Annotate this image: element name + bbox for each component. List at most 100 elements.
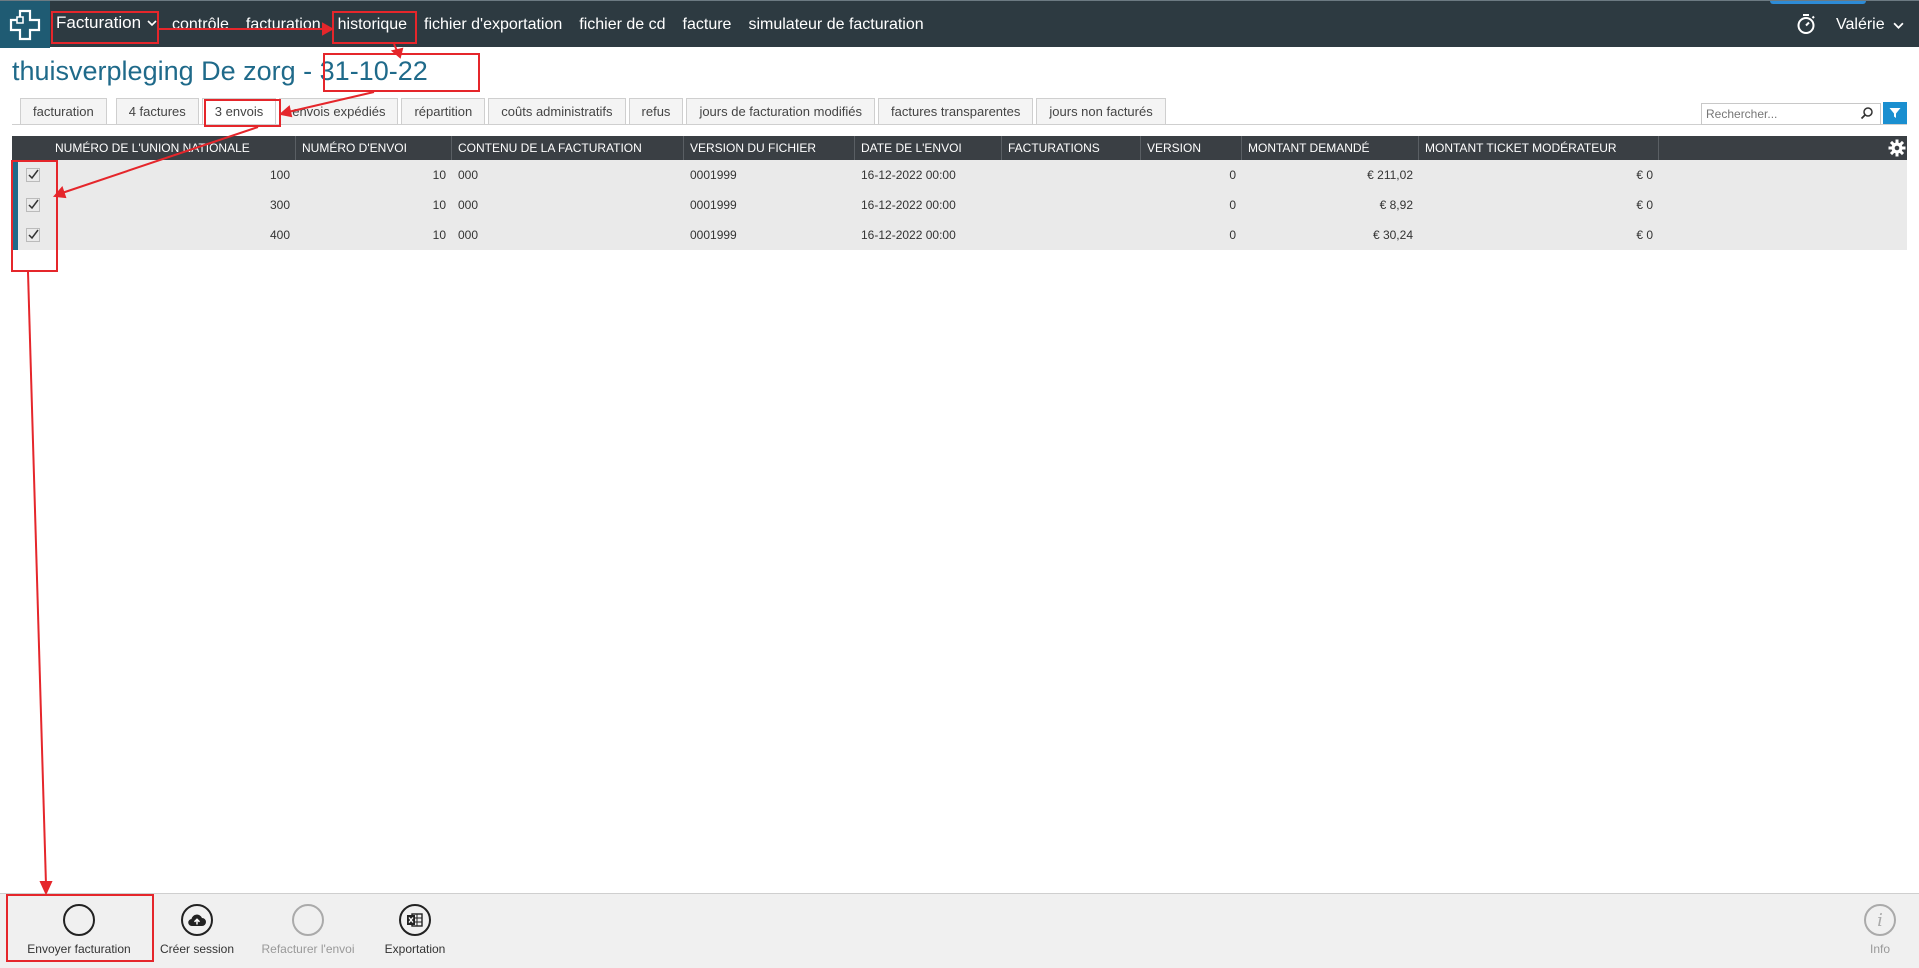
stopwatch-icon (1797, 14, 1815, 34)
cross-logo-icon (9, 9, 41, 40)
creer-session-button[interactable]: Créer session (157, 904, 237, 956)
info-icon: i (1864, 904, 1896, 936)
cell-union: 100 (269, 168, 290, 182)
app-name-label: Facturation (56, 13, 142, 32)
info-label: Info (1869, 942, 1890, 956)
col-header-facturations[interactable]: FACTURATIONS (1002, 136, 1141, 160)
cell-date: 16-12-2022 00:00 (861, 198, 956, 212)
tab-envois[interactable]: 3 envois (201, 98, 277, 124)
page-title-prefix: thuisverpleging De zorg - (12, 56, 320, 86)
cell-version: 0 (1229, 168, 1236, 182)
tab-repartition[interactable]: répartition (401, 98, 486, 124)
cell-fichier: 0001999 (690, 228, 737, 242)
page-title-date: 31-10-22 (319, 56, 428, 86)
tab-refus[interactable]: refus (628, 98, 684, 124)
row-selection-marker (12, 160, 18, 190)
app-logo[interactable] (0, 1, 50, 48)
search-icon[interactable] (1860, 106, 1874, 120)
cloud-upload-icon (181, 904, 213, 936)
col-header-envoi[interactable]: NUMÉRO D'ENVOI (296, 136, 452, 160)
cell-fichier: 0001999 (690, 198, 737, 212)
nav-simulateur[interactable]: simulateur de facturation (748, 16, 923, 34)
refacturer-envoi-label: Refacturer l'envoi (261, 942, 355, 956)
tab-bar: facturation 4 factures 3 envois envois e… (20, 98, 1166, 124)
cell-fichier: 0001999 (690, 168, 737, 182)
cell-date: 16-12-2022 00:00 (861, 228, 956, 242)
cell-version: 0 (1229, 198, 1236, 212)
tab-factures[interactable]: 4 factures (115, 98, 199, 124)
envois-grid: NUMÉRO DE L'UNION NATIONALE NUMÉRO D'ENV… (12, 136, 1907, 250)
cell-montant: € 211,02 (1367, 168, 1413, 182)
nav-controle[interactable]: contrôle (172, 16, 229, 34)
filter-button[interactable] (1883, 102, 1907, 124)
cell-montant: € 8,92 (1379, 198, 1413, 212)
tab-jours-non-factures[interactable]: jours non facturés (1036, 98, 1166, 124)
info-button[interactable]: i Info (1860, 904, 1900, 956)
tab-envois-expedies[interactable]: envois expédiés (279, 98, 399, 124)
col-header-ticket[interactable]: MONTANT TICKET MODÉRATEUR (1419, 136, 1659, 160)
envoyer-facturation-label: Envoyer facturation (27, 942, 131, 956)
cell-contenu: 000 (458, 228, 479, 242)
main-nav: contrôle facturation historique fichier … (172, 1, 924, 48)
creer-session-label: Créer session (159, 942, 235, 956)
tabs-divider (12, 124, 1907, 125)
cell-envoi: 10 (432, 168, 446, 182)
col-header-contenu[interactable]: CONTENU DE LA FACTURATION (452, 136, 684, 160)
envoyer-facturation-button[interactable]: Envoyer facturation (24, 904, 134, 956)
col-header-version[interactable]: VERSION (1141, 136, 1242, 160)
nav-historique[interactable]: historique (338, 16, 407, 34)
refacturer-envoi-icon (292, 904, 324, 936)
row-selection-marker (12, 190, 18, 220)
tab-couts-administratifs[interactable]: coûts administratifs (488, 98, 626, 124)
cell-envoi: 10 (432, 228, 446, 242)
chevron-down-icon (147, 20, 157, 27)
top-accent-bar (1770, 1, 1866, 4)
row-selection-marker (12, 220, 18, 250)
exportation-button[interactable]: Exportation (378, 904, 452, 956)
cell-union: 300 (269, 198, 290, 212)
app-switcher[interactable]: Facturation (56, 13, 157, 33)
envoyer-facturation-icon (63, 904, 95, 936)
nav-facture[interactable]: facture (683, 16, 732, 34)
timer-button[interactable] (1795, 13, 1817, 40)
cell-ticket: € 0 (1636, 228, 1653, 242)
page-title: thuisverpleging De zorg - 31-10-22 (12, 56, 428, 87)
col-header-fichier[interactable]: VERSION DU FICHIER (684, 136, 855, 160)
cell-ticket: € 0 (1636, 168, 1653, 182)
tab-jours-modifies[interactable]: jours de facturation modifiés (686, 98, 876, 124)
exportation-label: Exportation (384, 942, 446, 956)
filter-icon (1889, 108, 1901, 118)
col-header-montant[interactable]: MONTANT DEMANDÉ (1242, 136, 1419, 160)
cell-date: 16-12-2022 00:00 (861, 168, 956, 182)
user-menu[interactable]: Valérie (1836, 16, 1904, 34)
cell-contenu: 000 (458, 168, 479, 182)
tab-factures-transparentes[interactable]: factures transparentes (878, 98, 1034, 124)
chevron-down-icon (1893, 22, 1904, 29)
user-name: Valérie (1836, 16, 1885, 33)
cell-union: 400 (269, 228, 290, 242)
cell-envoi: 10 (432, 198, 446, 212)
col-header-union[interactable]: NUMÉRO DE L'UNION NATIONALE (49, 136, 296, 160)
refacturer-envoi-button[interactable]: Refacturer l'envoi (258, 904, 358, 956)
cell-montant: € 30,24 (1372, 228, 1413, 242)
cell-ticket: € 0 (1636, 198, 1653, 212)
row-checkbox[interactable] (26, 198, 40, 212)
nav-facturation[interactable]: facturation (246, 16, 321, 34)
excel-icon (399, 904, 431, 936)
nav-fichier-cd[interactable]: fichier de cd (579, 16, 665, 34)
action-toolbar: Envoyer facturation Créer session Refact… (0, 893, 1919, 968)
top-bar: Facturation contrôle facturation histori… (0, 0, 1919, 48)
gear-icon[interactable] (1888, 139, 1906, 157)
grid-header: NUMÉRO DE L'UNION NATIONALE NUMÉRO D'ENV… (12, 136, 1907, 160)
cell-version: 0 (1229, 228, 1236, 242)
tab-facturation[interactable]: facturation (20, 98, 107, 124)
cell-contenu: 000 (458, 198, 479, 212)
table-row[interactable]: 100 10 000 0001999 16-12-2022 00:00 0 € … (12, 160, 1907, 190)
table-row[interactable]: 300 10 000 0001999 16-12-2022 00:00 0 € … (12, 190, 1907, 220)
row-checkbox[interactable] (26, 168, 40, 182)
nav-fichier-exportation[interactable]: fichier d'exportation (424, 16, 562, 34)
row-checkbox[interactable] (26, 228, 40, 242)
table-row[interactable]: 400 10 000 0001999 16-12-2022 00:00 0 € … (12, 220, 1907, 250)
col-header-date[interactable]: DATE DE L'ENVOI (855, 136, 1002, 160)
search-input[interactable] (1701, 103, 1881, 125)
